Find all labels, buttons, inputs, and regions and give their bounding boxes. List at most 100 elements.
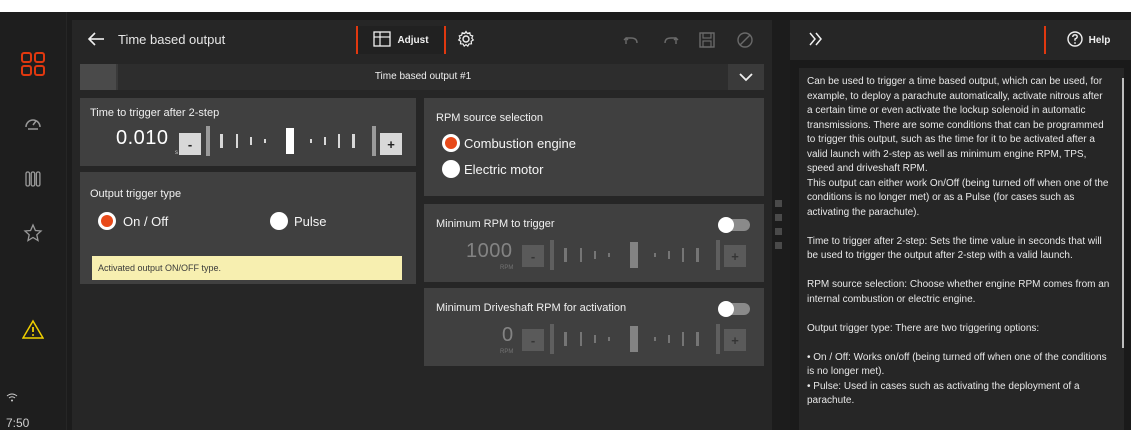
disable-icon[interactable]	[736, 31, 754, 49]
slider-bar	[220, 134, 223, 148]
rpm-source-card: RPM source selection Combustion engine E…	[424, 98, 764, 196]
selector-prev-area	[80, 64, 116, 90]
splitter-handle[interactable]	[775, 228, 782, 235]
time-trigger-plus-button[interactable]: +	[380, 133, 402, 155]
radio-electric-motor-label: Electric motor	[464, 162, 544, 177]
help-paragraph: This output can either work On/Off (bein…	[807, 177, 1109, 218]
time-trigger-value: 0.010	[116, 127, 169, 149]
help-paragraph: Output trigger type: There are two trigg…	[807, 322, 1040, 334]
radio-pulse[interactable]	[270, 212, 288, 230]
gauge-icon[interactable]	[22, 112, 44, 134]
slider-handle[interactable]	[630, 326, 638, 352]
question-circle-icon	[1066, 30, 1083, 50]
slider-bar	[372, 126, 376, 156]
help-label: Help	[1088, 34, 1111, 46]
help-scrollbar[interactable]	[1122, 78, 1124, 348]
save-icon[interactable]	[698, 31, 716, 49]
min-rpm-card: Minimum RPM to trigger 1000 RPM - +	[424, 204, 764, 282]
min-driveshaft-unit: RPM	[500, 349, 514, 355]
slider-bar	[696, 332, 699, 346]
help-paragraph	[807, 220, 1110, 235]
rpm-source-label: RPM source selection	[436, 112, 543, 124]
help-button[interactable]: Help	[1044, 26, 1131, 54]
slider-bar	[310, 139, 312, 143]
cylinders-icon[interactable]	[22, 168, 44, 190]
slider-bar	[564, 332, 567, 346]
time-trigger-slider[interactable]	[206, 126, 378, 156]
help-paragraph: • On / Off: Works on/off (being turned o…	[807, 351, 1107, 378]
min-rpm-value: 1000	[466, 240, 513, 262]
settings-gear-button[interactable]	[457, 30, 477, 50]
warning-icon[interactable]	[22, 318, 44, 340]
output-selector-row: Time based output #1	[80, 64, 764, 90]
time-trigger-label: Time to trigger after 2-step	[90, 107, 220, 119]
min-driveshaft-card: Minimum Driveshaft RPM for activation 0 …	[424, 288, 764, 366]
min-rpm-label: Minimum RPM to trigger	[436, 218, 555, 230]
slider-bar	[550, 324, 554, 354]
min-rpm-toggle[interactable]	[718, 217, 750, 233]
table-icon	[373, 30, 392, 50]
slider-bar	[206, 126, 210, 156]
slider-bar	[654, 337, 656, 341]
left-rail: 7:50	[0, 12, 67, 430]
slider-bar	[236, 134, 238, 148]
min-driveshaft-minus-button[interactable]: -	[522, 329, 544, 351]
adjust-label: Adjust	[397, 34, 429, 46]
help-text: Can be used to trigger a time based outp…	[799, 68, 1124, 430]
output-selector[interactable]: Time based output #1	[118, 64, 728, 90]
slider-bar	[594, 335, 596, 343]
time-trigger-minus-button[interactable]: -	[179, 133, 201, 155]
slider-handle[interactable]	[630, 242, 638, 268]
radio-on-off-label: On / Off	[123, 214, 169, 229]
slider-bar	[668, 335, 670, 343]
time-trigger-card: Time to trigger after 2-step 0.010 s - +	[80, 98, 416, 166]
help-panel: Help Can be used to trigger a time based…	[790, 20, 1131, 430]
slider-bar	[608, 253, 610, 257]
adjust-button[interactable]: Adjust	[356, 26, 446, 54]
redo-icon[interactable]	[662, 31, 680, 49]
slider-bar	[682, 332, 684, 346]
slider-bar	[696, 248, 699, 262]
slider-bar	[250, 137, 252, 145]
splitter-handle[interactable]	[775, 200, 782, 207]
slider-bar	[682, 248, 684, 262]
help-paragraph: • Pulse: Used in cases such as activatin…	[807, 380, 1080, 407]
min-rpm-slider[interactable]	[550, 240, 722, 270]
min-rpm-minus-button[interactable]: -	[522, 245, 544, 267]
min-driveshaft-slider[interactable]	[550, 324, 722, 354]
slider-bar	[338, 134, 340, 148]
wifi-icon	[5, 390, 19, 404]
clock-time: 7:50	[6, 416, 30, 430]
chevron-down-icon	[739, 73, 753, 82]
collapse-chevrons-icon[interactable]	[808, 31, 824, 52]
undo-icon[interactable]	[622, 31, 640, 49]
main-panel: Time based output Adjust Time based outp…	[72, 20, 772, 430]
page-title: Time based output	[118, 32, 226, 47]
radio-combustion-engine-label: Combustion engine	[464, 136, 577, 151]
min-driveshaft-toggle[interactable]	[718, 301, 750, 317]
slider-handle[interactable]	[286, 128, 294, 154]
splitter-handle[interactable]	[775, 242, 782, 249]
slider-bar	[564, 248, 567, 262]
dashboard-grid-icon[interactable]	[21, 52, 45, 76]
help-paragraph	[807, 336, 1110, 351]
slider-bar	[594, 251, 596, 259]
help-paragraph: Time to trigger after 2-step: Sets the t…	[807, 235, 1102, 262]
radio-electric-motor[interactable]	[442, 160, 460, 178]
slider-bar	[716, 324, 720, 354]
min-driveshaft-value: 0	[502, 324, 514, 346]
help-top-bar: Help	[790, 20, 1131, 60]
splitter-handle[interactable]	[775, 214, 782, 221]
back-button[interactable]	[86, 29, 106, 49]
selector-dropdown-button[interactable]	[728, 64, 764, 90]
radio-pulse-label: Pulse	[294, 214, 327, 229]
slider-bar	[716, 240, 720, 270]
radio-on-off[interactable]	[98, 212, 116, 230]
min-rpm-plus-button[interactable]: +	[724, 245, 746, 267]
slider-bar	[550, 240, 554, 270]
output-trigger-label: Output trigger type	[90, 188, 182, 200]
radio-combustion-engine[interactable]	[442, 134, 460, 152]
star-icon[interactable]	[22, 222, 44, 244]
help-paragraph: Can be used to trigger a time based outp…	[807, 76, 1104, 174]
min-driveshaft-plus-button[interactable]: +	[724, 329, 746, 351]
